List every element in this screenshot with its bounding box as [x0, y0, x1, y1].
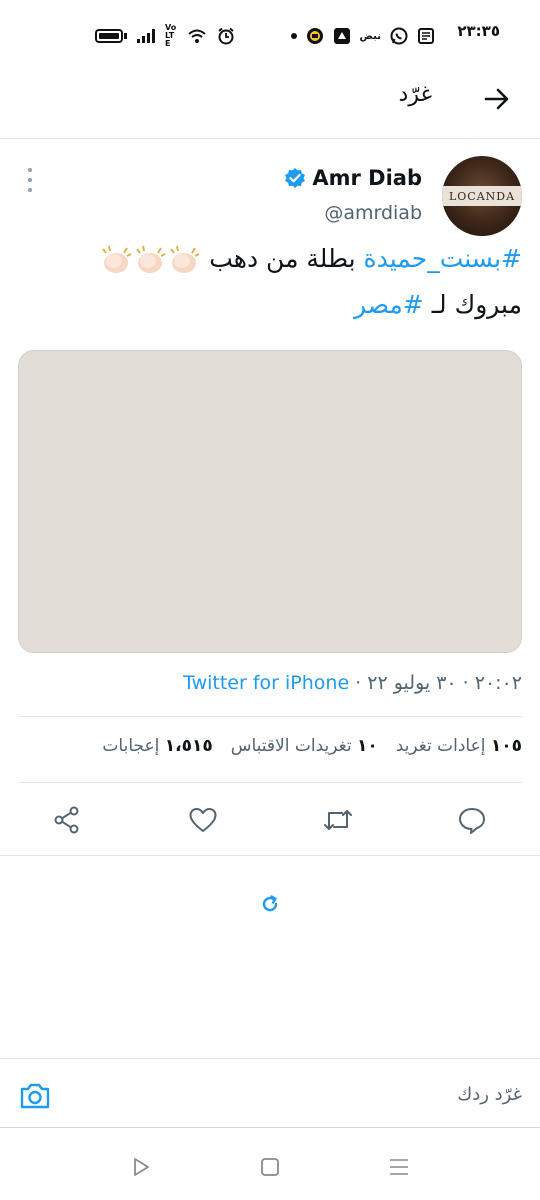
system-navigation-bar — [0, 1140, 540, 1195]
camera-icon — [20, 1083, 50, 1109]
status-right-icons: نبض — [290, 24, 435, 48]
arrow-right-icon — [484, 88, 509, 110]
author-handle[interactable]: @amrdiab — [324, 202, 422, 224]
author-name: Amr Diab — [312, 166, 422, 190]
reply-icon — [459, 808, 485, 834]
retweet-button[interactable] — [318, 800, 358, 840]
tweet-line-1: #بسنت_حميدة بطلة من دهب — [22, 236, 522, 282]
signal-icon — [137, 29, 155, 43]
clapping-hands-emoji-icon — [102, 245, 132, 273]
app-badge-icon — [306, 28, 323, 44]
tweet-timestamp: ٢٠:٠٢ · ٣٠ يوليو ٢٢ · — [349, 672, 522, 694]
hashtag-link[interactable]: #مصر — [354, 290, 424, 319]
reply-button[interactable] — [452, 800, 492, 840]
share-button[interactable] — [47, 800, 87, 840]
clapping-hands-emoji-icon — [136, 245, 166, 273]
menu-recents-icon — [390, 1159, 408, 1175]
page-title: غرّد — [398, 82, 432, 107]
like-button[interactable] — [183, 800, 223, 840]
camera-button[interactable] — [18, 1079, 52, 1113]
alarm-icon — [218, 27, 234, 45]
top-app-bar: غرّد — [0, 72, 540, 139]
nav-back-button[interactable] — [126, 1152, 156, 1182]
retweet-icon — [324, 810, 352, 830]
divider — [18, 716, 522, 717]
tweet-meta: ٢٠:٠٢ · ٣٠ يوليو ٢٢ · Twitter for iPhone — [183, 672, 522, 694]
tweet-actions — [0, 800, 540, 840]
battery-icon — [95, 29, 127, 43]
app-icon — [333, 28, 350, 44]
square-home-icon — [261, 1158, 279, 1176]
whatsapp-icon — [390, 27, 408, 45]
refresh-button[interactable] — [258, 892, 282, 916]
reply-bar: غرّد ردك — [0, 1058, 540, 1128]
tweet-source-link[interactable]: Twitter for iPhone — [183, 672, 349, 694]
divider — [18, 782, 522, 783]
heart-icon — [189, 808, 217, 832]
share-icon — [54, 806, 79, 834]
more-options-button[interactable] — [22, 168, 38, 192]
nav-recents-button[interactable] — [384, 1152, 414, 1182]
pulse-label: نبض — [359, 30, 381, 42]
notification-dot-icon — [290, 33, 297, 39]
divider — [0, 855, 540, 856]
likes-stat[interactable]: ١،٥١٥ إعجابات — [102, 736, 212, 756]
nav-home-button[interactable] — [255, 1152, 285, 1182]
avatar[interactable]: LOCANDA — [442, 156, 522, 236]
author-name-row[interactable]: Amr Diab — [284, 166, 422, 190]
refresh-icon — [262, 895, 278, 912]
retweets-stat[interactable]: ١٠٥ إعادات تغريد — [396, 736, 522, 756]
hashtag-link[interactable]: #بسنت_حميدة — [364, 244, 522, 273]
reply-input[interactable]: غرّد ردك — [457, 1084, 522, 1105]
tweet-media[interactable] — [18, 350, 522, 653]
news-icon — [418, 28, 434, 44]
wifi-icon — [188, 29, 206, 43]
tweet-stats: ١٠٥ إعادات تغريد ١٠ تغريدات الاقتباس ١،٥… — [102, 736, 522, 756]
triangle-back-icon — [134, 1158, 149, 1176]
quotes-stat[interactable]: ١٠ تغريدات الاقتباس — [231, 736, 378, 756]
verified-badge-icon — [285, 168, 306, 188]
tweet-text: #بسنت_حميدة بطلة من دهب مبروك لـ #مصر — [22, 236, 522, 328]
status-time: ٢٣:٣٥ — [457, 22, 500, 40]
avatar-logo-text: LOCANDA — [448, 189, 516, 203]
back-button[interactable] — [482, 84, 512, 114]
status-left-icons: Vo LTE — [95, 24, 235, 48]
status-bar: Vo LTE نبض ٢٣:٣٥ — [0, 0, 540, 72]
clapping-hands-emoji-icon — [170, 245, 200, 273]
tweet-line-2: مبروك لـ #مصر — [353, 290, 522, 319]
volte-icon: Vo LTE — [165, 23, 177, 48]
